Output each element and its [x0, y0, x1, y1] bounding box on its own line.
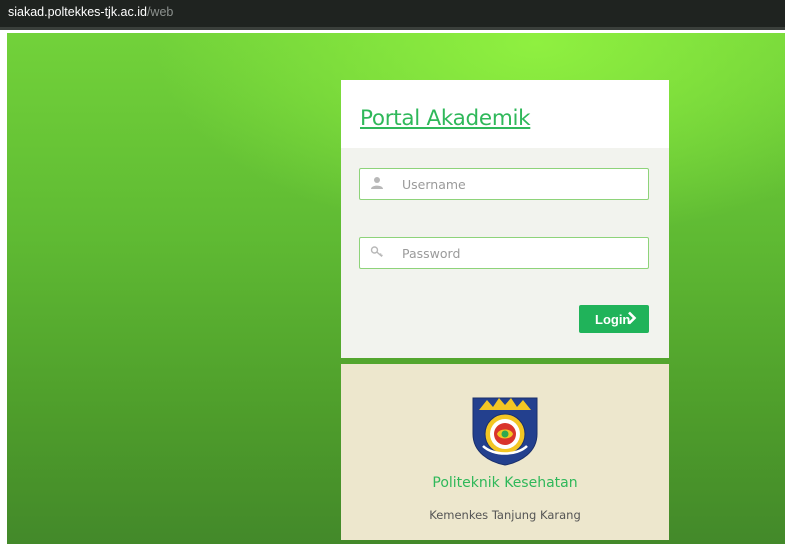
portal-title-link[interactable]: Portal Akademik — [360, 106, 531, 131]
login-form: Login — [341, 148, 669, 358]
institution-panel: Politeknik Kesehatan Kemenkes Tanjung Ka… — [341, 364, 669, 540]
login-button-label: Login — [595, 311, 631, 327]
username-input[interactable] — [402, 174, 632, 194]
login-card-header: Portal Akademik — [341, 80, 669, 148]
institution-logo — [472, 397, 538, 466]
page-left-edge — [0, 33, 7, 544]
key-icon — [370, 246, 383, 258]
chevron-right-icon — [628, 311, 637, 325]
username-field[interactable] — [359, 168, 649, 200]
address-bar[interactable]: siakad.poltekkes-tjk.ac.id/web — [0, 0, 785, 30]
institution-subtitle: Kemenkes Tanjung Karang — [429, 508, 581, 522]
url-path: /web — [146, 5, 174, 19]
user-icon — [371, 177, 383, 189]
institution-name: Politeknik Kesehatan — [432, 475, 578, 491]
login-button[interactable]: Login — [579, 305, 649, 333]
password-field[interactable] — [359, 237, 649, 269]
url-host: siakad.poltekkes-tjk.ac.id — [8, 5, 147, 19]
password-input[interactable] — [402, 243, 632, 263]
